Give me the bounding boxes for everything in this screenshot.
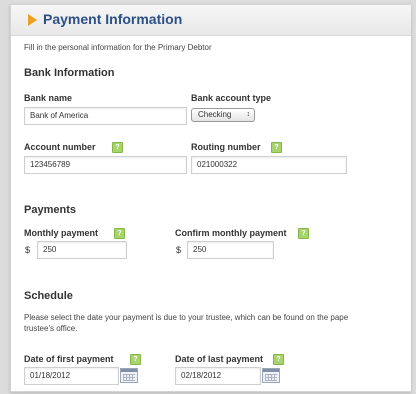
schedule-heading: Schedule: [24, 290, 73, 302]
account-number-label: Account number: [24, 142, 96, 152]
select-arrows-icon: ↕: [246, 111, 251, 118]
calendar-icon[interactable]: [262, 368, 280, 383]
first-payment-date-label: Date of first payment: [24, 354, 114, 364]
page-title: Payment Information: [43, 11, 183, 27]
bank-account-type-label: Bank account type: [191, 93, 272, 103]
confirm-monthly-payment-label: Confirm monthly payment: [175, 228, 287, 238]
first-payment-date-input[interactable]: 01/18/2012: [24, 367, 119, 385]
panel-header: Payment Information: [11, 5, 411, 36]
bank-name-input[interactable]: Bank of America: [24, 107, 187, 125]
payments-heading: Payments: [24, 204, 76, 216]
last-payment-date-input[interactable]: 02/18/2012: [175, 367, 261, 385]
routing-number-help-icon[interactable]: ?: [271, 142, 282, 153]
instructions-text: Fill in the personal information for the…: [24, 43, 212, 52]
bank-account-type-select[interactable]: Checking ↕: [191, 108, 255, 122]
bank-information-heading: Bank Information: [24, 67, 115, 79]
first-payment-help-icon[interactable]: ?: [130, 354, 141, 365]
account-number-input[interactable]: 123456789: [24, 156, 187, 174]
bank-account-type-value: Checking: [198, 110, 232, 119]
confirm-monthly-payment-currency: $: [176, 245, 182, 255]
last-payment-date-label: Date of last payment: [175, 354, 264, 364]
account-number-help-icon[interactable]: ?: [112, 142, 123, 153]
schedule-instructions-line2: trustee's office.: [24, 324, 78, 333]
monthly-payment-label: Monthly payment: [24, 228, 99, 238]
monthly-payment-input[interactable]: 250: [37, 241, 127, 259]
confirm-monthly-payment-help-icon[interactable]: ?: [298, 228, 309, 239]
schedule-instructions-line1: Please select the date your payment is d…: [24, 313, 349, 322]
bank-name-label: Bank name: [24, 93, 73, 103]
routing-number-label: Routing number: [191, 142, 261, 152]
payment-information-panel: Payment Information Fill in the personal…: [10, 4, 411, 392]
routing-number-input[interactable]: 021000322: [191, 156, 347, 174]
calendar-icon[interactable]: [120, 368, 138, 383]
last-payment-help-icon[interactable]: ?: [273, 354, 284, 365]
monthly-payment-currency: $: [25, 245, 31, 255]
monthly-payment-help-icon[interactable]: ?: [114, 228, 125, 239]
triangle-bullet-icon: [28, 14, 37, 26]
confirm-monthly-payment-input[interactable]: 250: [187, 241, 274, 259]
